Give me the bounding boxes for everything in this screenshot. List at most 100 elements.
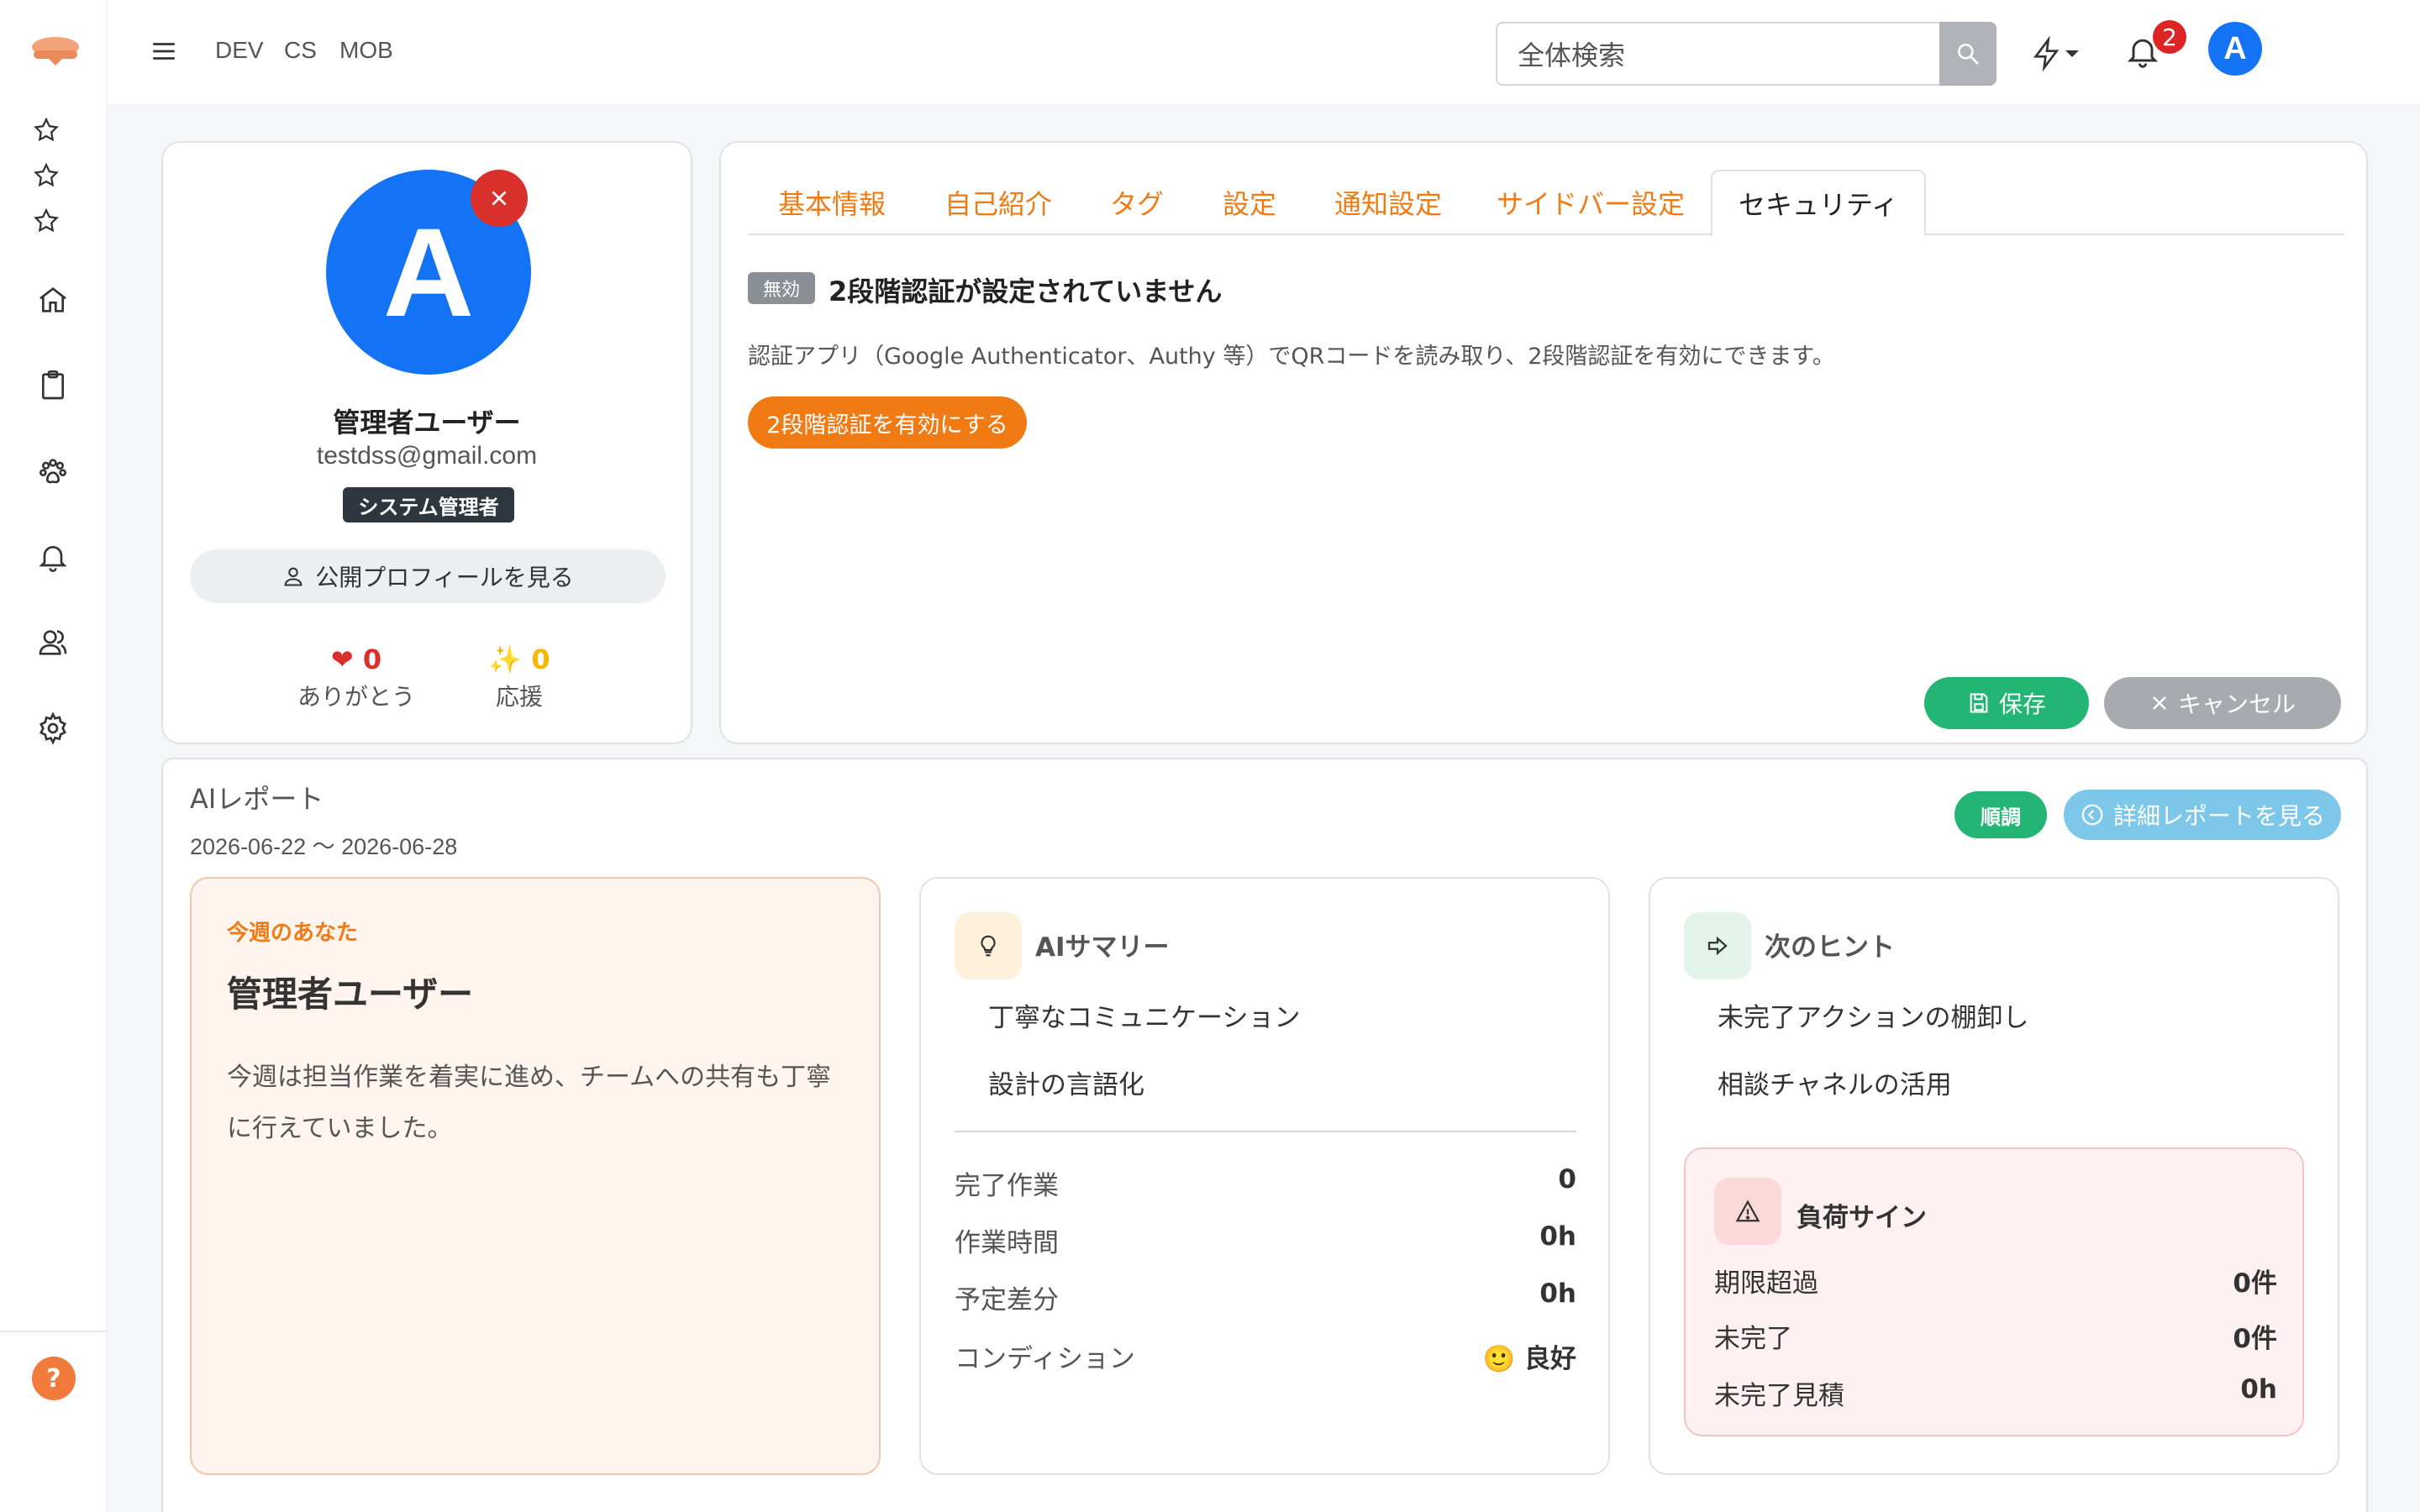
nav-link-mob[interactable]: MOB xyxy=(339,37,393,64)
load-label: 未完了 xyxy=(1714,1324,1792,1354)
this-week-you-panel: 今週のあなた 管理者ユーザー 今週は担当作業を着実に進め、チームへの共有も丁寧に… xyxy=(190,877,881,1475)
tab-tags[interactable]: タグ xyxy=(1081,170,1193,235)
save-button[interactable]: 保存 xyxy=(1924,677,2089,729)
person-icon xyxy=(284,567,302,586)
stat-row: 予定差分 0h xyxy=(955,1278,1576,1316)
caret-down-icon xyxy=(2065,50,2079,57)
lightning-icon xyxy=(2033,35,2060,72)
save-icon xyxy=(1970,693,1988,713)
load-signs-panel: 負荷サイン 期限超過 0件 未完了 0件 未完了見積 0h xyxy=(1684,1147,2304,1436)
load-value: 0件 xyxy=(2233,1324,2277,1354)
settings-card: 基本情報 自己紹介 タグ 設定 通知設定 サイドバー設定 セキュリティ 無効 2… xyxy=(719,141,2368,744)
sidebar: ? xyxy=(0,0,108,1512)
hint-point: 未完了アクションの棚卸し xyxy=(1718,1003,2029,1033)
report-title: AIレポート xyxy=(190,783,324,815)
tab-sidebar-settings[interactable]: サイドバー設定 xyxy=(1470,170,1711,235)
thanks-stat: ❤ 0 ありがとう xyxy=(297,643,415,712)
report-status-badge: 順調 xyxy=(1954,791,2047,838)
heart-icon: ❤ xyxy=(330,643,354,675)
stat-value: 🙂 良好 xyxy=(1482,1344,1576,1374)
summary-point: 丁寧なコミュニケーション xyxy=(988,1003,1301,1033)
view-public-profile-button[interactable]: 公開プロフィールを見る xyxy=(190,549,666,603)
load-row: 未完了見積 0h xyxy=(1714,1374,2277,1412)
arrow-left-circle-icon xyxy=(2081,804,2103,826)
summary-point: 設計の言語化 xyxy=(988,1070,1144,1100)
menu-icon[interactable] xyxy=(150,37,178,66)
profile-card: A 管理者ユーザー testdss@gmail.com システム管理者 公開プロ… xyxy=(161,141,692,744)
tab-settings[interactable]: 設定 xyxy=(1193,170,1306,235)
save-label: 保存 xyxy=(1998,690,2046,718)
settings-gear-icon[interactable] xyxy=(34,709,72,748)
you-name: 管理者ユーザー xyxy=(227,974,474,1015)
two-factor-description: 認証アプリ（Google Authenticator、Authy 等）でQRコー… xyxy=(748,344,1835,370)
stat-row: 完了作業 0 xyxy=(955,1164,1576,1202)
close-icon xyxy=(492,191,507,206)
stat-row: 作業時間 0h xyxy=(955,1221,1576,1259)
load-row: 期限超過 0件 xyxy=(1714,1262,2277,1299)
help-button[interactable]: ? xyxy=(32,1357,76,1400)
load-signs-title: 負荷サイン xyxy=(1797,1203,1927,1233)
home-icon[interactable] xyxy=(34,281,72,319)
stat-label: 作業時間 xyxy=(955,1228,1059,1258)
load-value: 0h xyxy=(2240,1374,2277,1404)
summary-divider xyxy=(955,1131,1576,1132)
cheer-count: 0 xyxy=(531,643,550,675)
two-factor-title: 2段階認証が設定されていません xyxy=(829,276,1223,307)
stat-label: 予定差分 xyxy=(955,1285,1059,1315)
stat-row: コンディション 🙂 良好 xyxy=(955,1337,1576,1375)
favorite-star-icon[interactable] xyxy=(27,111,66,150)
tab-security[interactable]: セキュリティ xyxy=(1711,170,1926,237)
close-icon xyxy=(2153,696,2166,710)
profile-name: 管理者ユーザー xyxy=(333,407,521,438)
nav-link-dev[interactable]: DEV xyxy=(215,37,264,64)
next-hints-panel: 次のヒント 未完了アクションの棚卸し 相談チャネルの活用 負荷サイン 期限超過 0… xyxy=(1649,877,2339,1475)
load-value: 0件 xyxy=(2233,1268,2277,1299)
tab-self-intro[interactable]: 自己紹介 xyxy=(916,170,1081,235)
cancel-button[interactable]: キャンセル xyxy=(2104,677,2341,729)
stat-value: 0 xyxy=(1558,1164,1576,1194)
next-hints-title: 次のヒント xyxy=(1765,932,1895,963)
cancel-label: キャンセル xyxy=(2177,690,2296,718)
thanks-label: ありがとう xyxy=(297,683,416,711)
thanks-count: 0 xyxy=(362,643,382,675)
you-summary-text: 今週は担当作業を着実に進め、チームへの共有も丁寧に行えていました。 xyxy=(227,1063,832,1143)
users-icon[interactable] xyxy=(34,623,72,662)
stat-label: 完了作業 xyxy=(955,1171,1059,1201)
tab-notification-settings[interactable]: 通知設定 xyxy=(1306,170,1470,235)
view-detail-report-label: 詳細レポートを見る xyxy=(2112,802,2325,830)
stat-value: 0h xyxy=(1539,1278,1576,1309)
lightbulb-icon xyxy=(955,912,1022,979)
warning-icon xyxy=(1714,1178,1781,1245)
bell-icon[interactable] xyxy=(34,538,72,576)
quick-actions-button[interactable] xyxy=(2030,30,2089,77)
notification-count-badge: 2 xyxy=(2153,20,2186,54)
arrow-right-icon xyxy=(1684,912,1751,979)
nav-link-cs[interactable]: CS xyxy=(284,37,317,64)
remove-avatar-button[interactable] xyxy=(471,170,528,227)
global-search-input[interactable]: 全体検索 xyxy=(1496,22,1953,86)
ai-summary-panel: AIサマリー 丁寧なコミュニケーション 設計の言語化 完了作業 0 作業時間 0h … xyxy=(919,877,1610,1475)
stat-value: 0h xyxy=(1539,1221,1576,1252)
sparkles-icon: ✨ xyxy=(488,643,523,675)
tab-basic-info[interactable]: 基本情報 xyxy=(748,170,916,235)
favorite-star-icon[interactable] xyxy=(27,202,66,240)
sidebar-divider xyxy=(0,1331,108,1332)
cheer-stat: ✨ 0 応援 xyxy=(477,643,561,712)
favorite-star-icon[interactable] xyxy=(27,156,66,195)
load-row: 未完了 0件 xyxy=(1714,1317,2277,1355)
view-detail-report-button[interactable]: 詳細レポートを見る xyxy=(2064,790,2341,840)
load-label: 未完了見積 xyxy=(1714,1381,1844,1411)
app-logo[interactable] xyxy=(30,32,81,69)
enable-two-factor-button[interactable]: 2段階認証を有効にする xyxy=(748,396,1027,449)
user-avatar[interactable]: A xyxy=(2208,22,2262,76)
clipboard-icon[interactable] xyxy=(34,366,72,405)
ai-report-card: AIレポート 2026-06-22 〜 2026-06-28 順調 詳細レポート… xyxy=(161,758,2368,1512)
paw-icon[interactable] xyxy=(34,452,72,491)
cheer-label: 応援 xyxy=(495,683,543,711)
hint-point: 相談チャネルの活用 xyxy=(1718,1070,1952,1100)
view-public-profile-label: 公開プロフィールを見る xyxy=(315,564,574,591)
status-badge: 無効 xyxy=(748,272,815,304)
search-button[interactable] xyxy=(1939,22,1996,86)
report-date-range: 2026-06-22 〜 2026-06-28 xyxy=(190,834,458,859)
you-kicker: 今週のあなた xyxy=(227,921,359,946)
